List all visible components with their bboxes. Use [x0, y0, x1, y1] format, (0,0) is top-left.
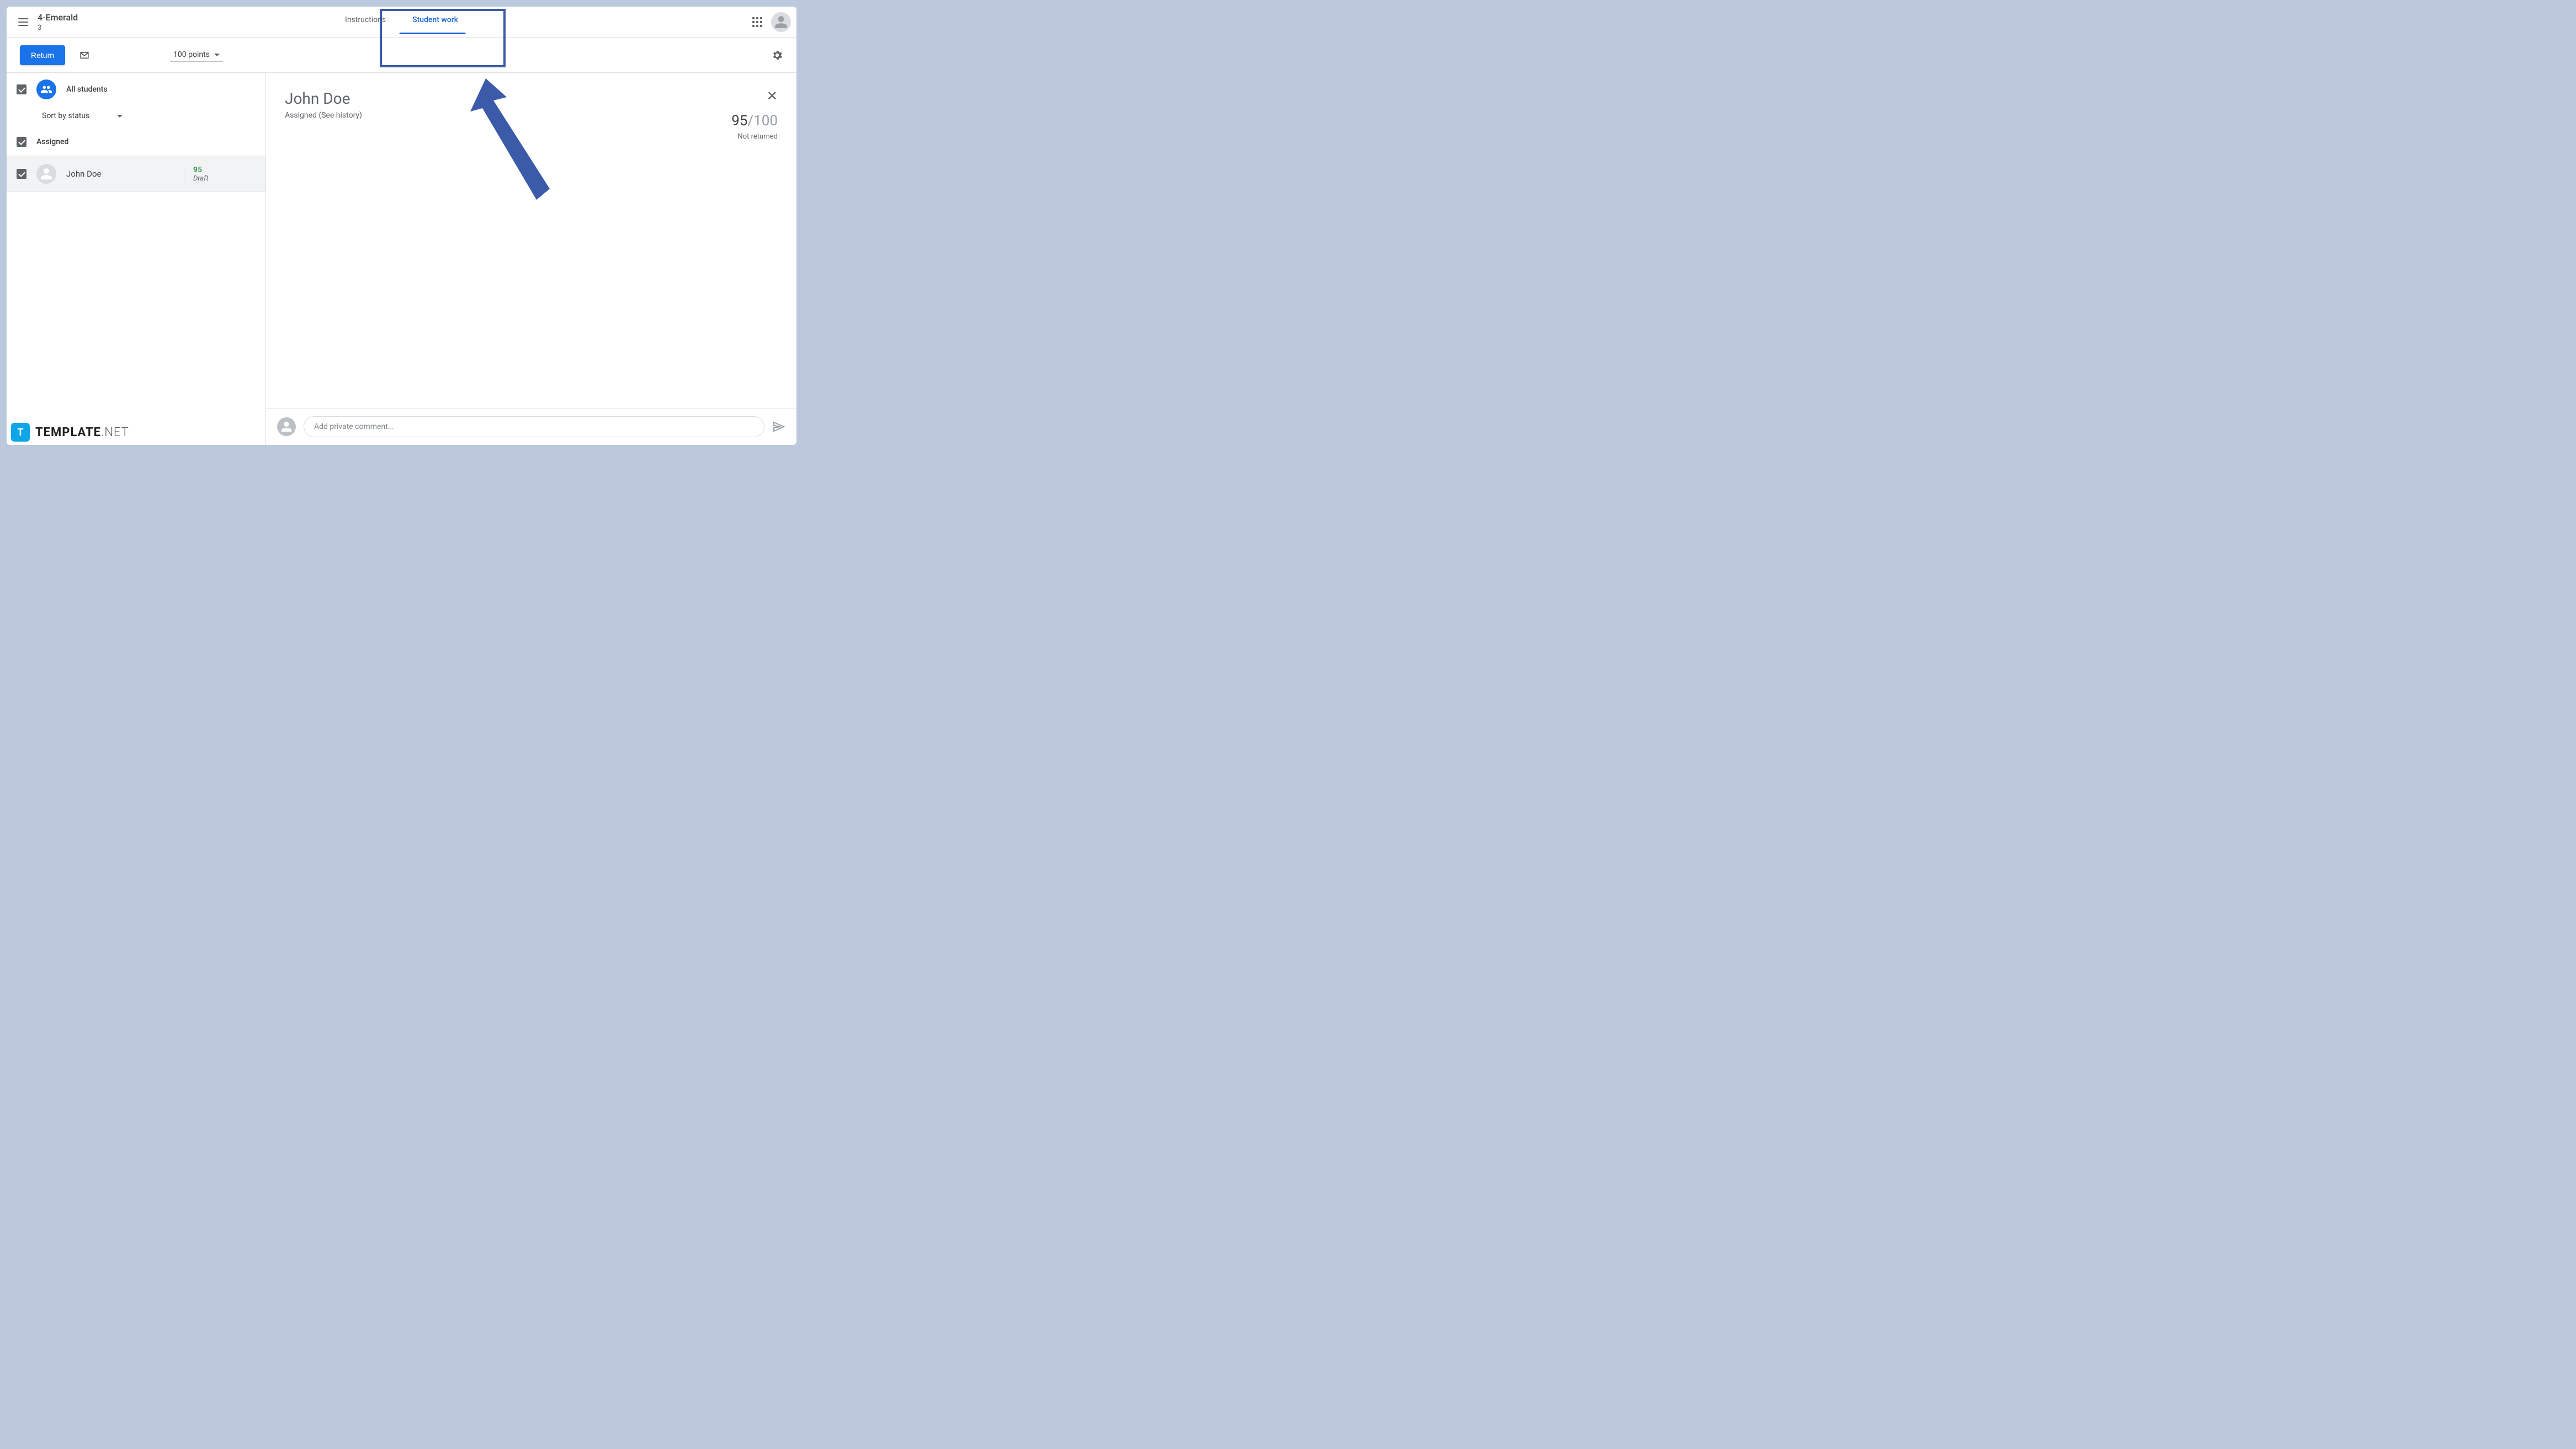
assigned-label: Assigned — [36, 137, 68, 146]
grade-display[interactable]: 95/100 — [731, 113, 778, 129]
detail-right: ✕ 95/100 Not returned — [731, 89, 778, 141]
person-icon — [774, 15, 788, 29]
toolbar: Return 100 points — [7, 38, 796, 73]
class-section: 3 — [38, 24, 78, 32]
menu-button[interactable] — [12, 11, 34, 33]
not-returned-label: Not returned — [731, 132, 778, 141]
detail-student-name: John Doe — [285, 89, 362, 108]
all-students-label: All students — [66, 85, 108, 94]
tab-instructions[interactable]: Instructions — [343, 15, 388, 24]
all-students-checkbox[interactable] — [17, 84, 26, 94]
student-grade-status: Draft — [193, 174, 256, 183]
comment-input[interactable]: Add private comment... — [304, 416, 764, 437]
app-window: 4-Emerald 3 Instructions Student work Re… — [7, 7, 796, 445]
points-select[interactable]: 100 points — [170, 48, 223, 62]
student-row[interactable]: John Doe 95 Draft — [7, 156, 265, 192]
student-checkbox[interactable] — [17, 169, 26, 179]
points-label: 100 points — [173, 50, 210, 59]
detail-header: John Doe Assigned (See history) ✕ 95/100… — [266, 73, 796, 146]
apps-icon[interactable] — [752, 17, 762, 27]
student-grade-cell: 95 Draft — [184, 166, 256, 183]
grade-max: /100 — [747, 113, 778, 129]
account-avatar[interactable] — [771, 12, 791, 32]
student-grade: 95 — [193, 166, 256, 174]
gear-icon[interactable] — [771, 49, 783, 61]
hamburger-icon — [18, 18, 28, 26]
topbar: 4-Emerald 3 Instructions Student work — [7, 7, 796, 38]
tab-student-work[interactable]: Student work — [410, 15, 460, 24]
class-name: 4-Emerald — [38, 12, 78, 23]
assigned-checkbox[interactable] — [17, 137, 26, 147]
close-icon[interactable]: ✕ — [731, 89, 778, 103]
topbar-right — [752, 12, 791, 32]
watermark: T TEMPLATE.NET — [11, 423, 129, 442]
grade-value: 95 — [731, 113, 747, 129]
caret-down-icon — [214, 54, 220, 56]
caret-down-icon — [117, 115, 123, 118]
comment-bar: Add private comment... — [266, 408, 796, 445]
watermark-bold: TEMPLATE — [35, 426, 101, 439]
sort-dropdown[interactable]: Sort by status — [7, 106, 265, 128]
sidebar: All students Sort by status Assigned Joh… — [7, 73, 266, 445]
student-name: John Doe — [66, 169, 174, 179]
top-tabs: Instructions Student work — [343, 7, 460, 37]
class-title-block[interactable]: 4-Emerald 3 — [38, 12, 78, 32]
comment-avatar — [277, 417, 296, 436]
mail-icon[interactable] — [78, 50, 91, 60]
main-panel: John Doe Assigned (See history) ✕ 95/100… — [266, 73, 796, 445]
content-area: All students Sort by status Assigned Joh… — [7, 73, 796, 445]
send-icon[interactable] — [772, 420, 785, 433]
sort-label: Sort by status — [42, 112, 89, 120]
return-button[interactable]: Return — [20, 45, 65, 65]
comment-placeholder-text: Add private comment... — [314, 422, 394, 431]
all-students-row[interactable]: All students — [7, 73, 265, 106]
detail-left: John Doe Assigned (See history) — [285, 89, 362, 120]
assigned-section-row: Assigned — [7, 128, 265, 156]
watermark-text: TEMPLATE.NET — [35, 426, 129, 439]
all-students-icon — [36, 79, 56, 99]
watermark-badge: T — [11, 423, 30, 442]
watermark-light: .NET — [101, 426, 129, 439]
detail-status[interactable]: Assigned (See history) — [285, 111, 362, 120]
student-avatar — [36, 164, 56, 184]
